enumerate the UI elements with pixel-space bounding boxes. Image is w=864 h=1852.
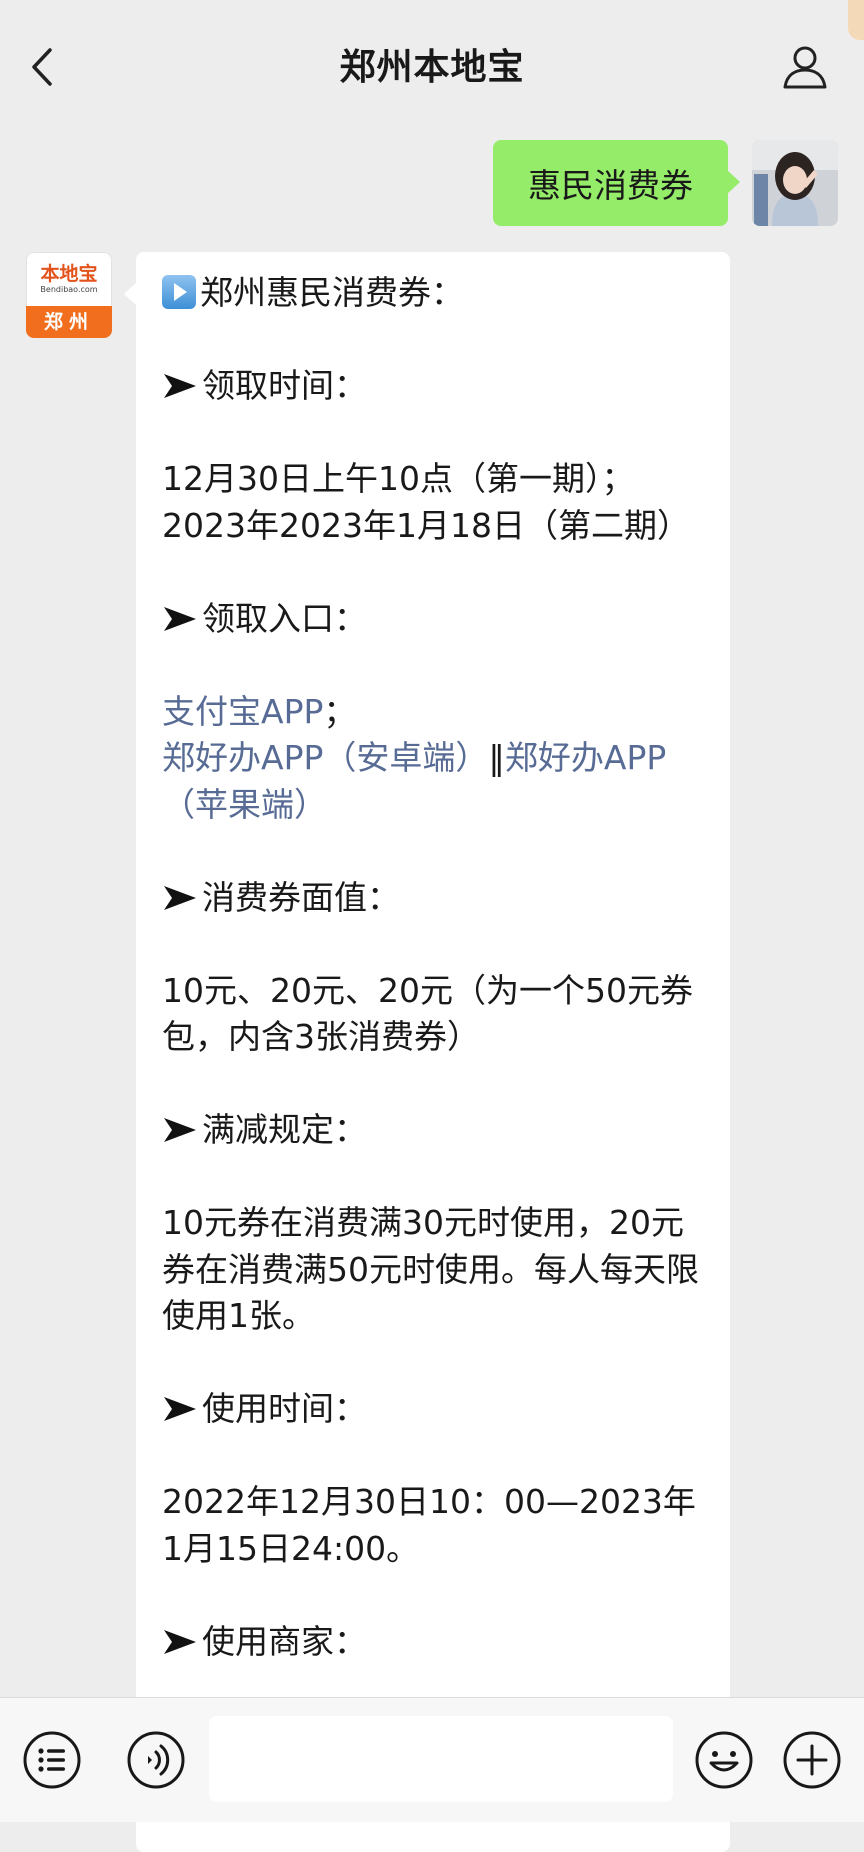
- claim-time-text: 12月30日上午10点（第一期）； 2023年2023年1月18日（第二期）: [162, 459, 690, 545]
- claim-entry-links: 支付宝APP； 郑好办APP（安卓端）‖郑好办APP（苹果端）: [162, 691, 667, 824]
- arrow-bullet-icon: [164, 1629, 196, 1654]
- plus-icon: [783, 1731, 841, 1789]
- input-bar: [0, 1697, 864, 1822]
- voice-icon: [127, 1731, 185, 1789]
- menu-button[interactable]: [22, 1730, 82, 1790]
- section-claim-time: 领取时间：: [162, 363, 706, 410]
- zhb-android-link[interactable]: 郑好办APP（安卓端）: [162, 738, 488, 777]
- outgoing-message-bubble[interactable]: 惠民消费券: [493, 140, 740, 226]
- message-heading: 郑州惠民消费券：: [162, 270, 706, 317]
- bendibao-logo: 本地宝 Bendibao.com: [26, 252, 112, 306]
- nav-header: 郑州本地宝: [0, 0, 864, 130]
- plus-button[interactable]: [782, 1730, 842, 1790]
- arrow-bullet-icon: [164, 606, 196, 631]
- section-merchants: 使用商家：: [162, 1619, 706, 1666]
- page-title: 郑州本地宝: [339, 47, 525, 88]
- logo-domain: Bendibao.com: [40, 285, 98, 294]
- arrow-bullet-icon: [164, 885, 196, 910]
- section-rules: 满减规定：: [162, 1107, 706, 1154]
- emoji-icon: [695, 1731, 753, 1789]
- list-menu-icon: [23, 1731, 81, 1789]
- bot-avatar[interactable]: 本地宝 Bendibao.com 郑州: [26, 252, 112, 338]
- profile-button[interactable]: [780, 42, 830, 92]
- outgoing-message-text: 惠民消费券: [528, 166, 693, 205]
- section-face-value: 消费券面值：: [162, 875, 706, 922]
- face-value-text: 10元、20元、20元（为一个50元券包，内含3张消费券）: [162, 970, 693, 1057]
- arrow-bullet-icon: [164, 1397, 196, 1421]
- use-time-text: 2022年12月30日10：00—2023年1月15日24:00。: [162, 1482, 696, 1568]
- message-content: 郑州惠民消费券： 领取时间： 12月30日上午10点（第一期）； 2023年202…: [162, 270, 706, 1665]
- arrow-bullet-icon: [164, 1118, 196, 1142]
- user-photo: [752, 140, 838, 226]
- person-icon: [783, 46, 827, 89]
- user-avatar[interactable]: [752, 140, 838, 226]
- play-icon: [162, 275, 196, 309]
- edge-indicator: [848, 0, 864, 40]
- message-input[interactable]: [209, 1716, 673, 1802]
- section-use-time: 使用时间：: [162, 1386, 706, 1433]
- emoji-button[interactable]: [694, 1730, 754, 1790]
- rules-text: 10元券在消费满30元时使用，20元券在消费满50元时使用。每人每天限使用1张。: [162, 1203, 699, 1335]
- section-claim-entry: 领取入口：: [162, 596, 706, 643]
- voice-button[interactable]: [126, 1730, 186, 1790]
- arrow-bullet-icon: [164, 374, 196, 398]
- alipay-link[interactable]: 支付宝APP: [162, 692, 323, 731]
- logo-city: 郑州: [26, 306, 112, 338]
- logo-text: 本地宝: [40, 263, 98, 285]
- incoming-message-bubble[interactable]: 郑州惠民消费券： 领取时间： 12月30日上午10点（第一期）； 2023年202…: [124, 252, 730, 1852]
